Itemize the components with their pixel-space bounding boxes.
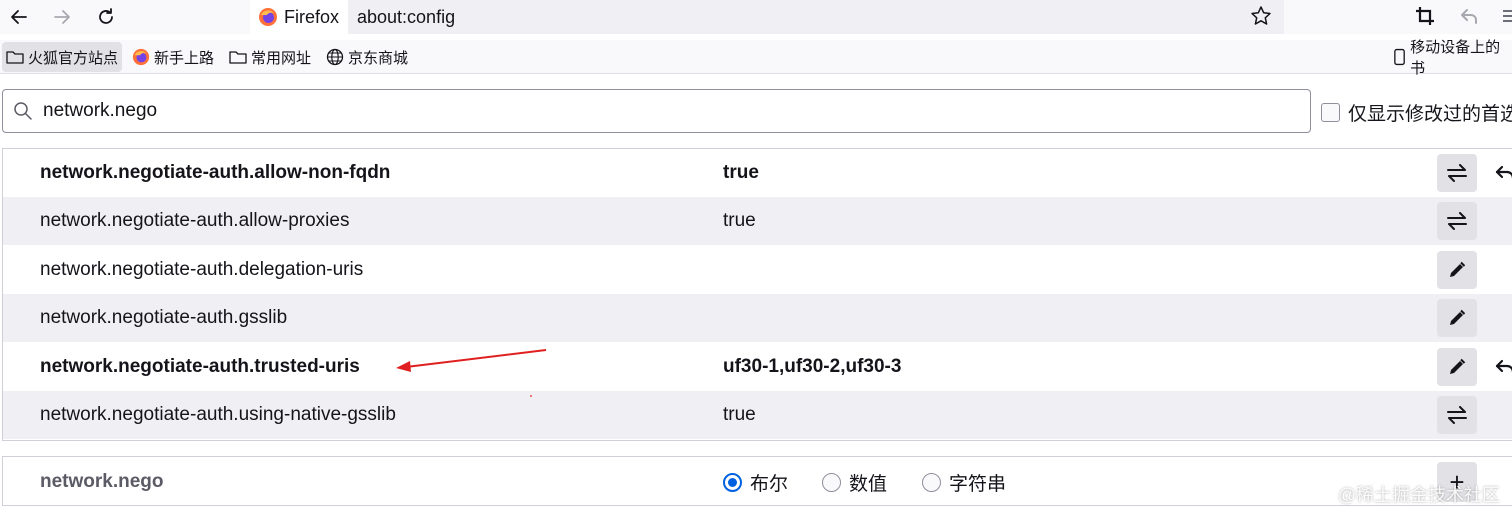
radio-label: 字符串: [949, 473, 1007, 495]
reset-icon: [1495, 165, 1512, 179]
radio-button[interactable]: [922, 472, 941, 492]
search-icon: [14, 102, 32, 120]
edit-button[interactable]: [1437, 348, 1477, 386]
identity-box[interactable]: Firefox: [250, 0, 348, 34]
menu-button[interactable]: [1500, 5, 1512, 29]
folder-icon: [229, 51, 247, 64]
type-radio-string[interactable]: 字符串: [922, 457, 1006, 507]
undo-icon: [1461, 9, 1477, 24]
toggle-button[interactable]: [1437, 396, 1477, 434]
back-arrow-icon: [11, 10, 27, 24]
show-modified-label: 仅显示修改过的首选: [1348, 104, 1512, 125]
reset-button[interactable]: [1493, 159, 1512, 187]
bookmark-label: 常用网址: [251, 49, 312, 67]
toggle-icon: [1447, 212, 1467, 230]
edit-button[interactable]: [1437, 251, 1477, 289]
type-radio-number[interactable]: 数值: [822, 457, 887, 507]
bookmark-label: 新手上路: [154, 49, 215, 67]
type-radio-boolean[interactable]: 布尔: [723, 457, 788, 507]
radio-button[interactable]: [723, 472, 742, 492]
pref-value[interactable]: uf30-1,uf30-2,uf30-3: [723, 343, 901, 391]
table-row: network.negotiate-auth.gsslib: [3, 294, 1512, 342]
identity-label: Firefox: [284, 6, 340, 27]
toggle-icon: [1447, 164, 1467, 182]
folder-icon: [6, 51, 24, 64]
add-pref-row: network.nego 布尔 数值 字符串 +: [2, 456, 1512, 506]
bookmark-star-button[interactable]: [1250, 5, 1274, 29]
pref-name: network.negotiate-auth.allow-proxies: [40, 210, 350, 231]
forward-button[interactable]: [48, 4, 76, 30]
url-text[interactable]: about:config: [357, 0, 455, 34]
table-row: network.negotiate-auth.trusted-uris uf30…: [3, 343, 1512, 391]
crop-icon: [1416, 7, 1434, 25]
show-modified-checkbox[interactable]: [1321, 103, 1340, 122]
undo-button[interactable]: [1458, 5, 1482, 29]
forward-arrow-icon: [54, 10, 70, 24]
show-modified-only[interactable]: 仅显示修改过的首选: [1321, 99, 1512, 126]
pref-search-box[interactable]: [2, 89, 1311, 133]
reset-icon: [1495, 359, 1512, 373]
navigation-toolbar: Firefox about:config: [0, 0, 1512, 34]
back-button[interactable]: [5, 4, 33, 30]
toggle-button[interactable]: [1437, 154, 1477, 192]
reload-icon: [99, 8, 113, 24]
bookmark-label: 京东商城: [348, 49, 409, 67]
toggle-icon: [1447, 406, 1467, 424]
url-bar[interactable]: Firefox about:config: [250, 0, 1284, 34]
mobile-bookmarks[interactable]: 移动设备上的书: [1389, 39, 1512, 77]
prefs-table: network.negotiate-auth.allow-non-fqdn tr…: [2, 148, 1512, 441]
screenshot-button[interactable]: [1414, 5, 1438, 29]
bookmark-label: 火狐官方站点: [28, 49, 119, 67]
hamburger-icon: [1503, 10, 1512, 22]
globe-icon: [326, 48, 344, 66]
radio-button[interactable]: [822, 472, 841, 492]
table-row: network.negotiate-auth.delegation-uris: [3, 246, 1512, 294]
reset-button[interactable]: [1493, 353, 1512, 381]
search-input[interactable]: [41, 96, 1291, 126]
bookmark-item-jd[interactable]: 京东商城: [322, 42, 412, 72]
edit-button[interactable]: [1437, 299, 1477, 337]
pref-name: network.negotiate-auth.delegation-uris: [40, 259, 364, 280]
watermark: @稀土掘金技术社区: [1337, 485, 1500, 505]
toggle-button[interactable]: [1437, 202, 1477, 240]
pref-name: network.negotiate-auth.gsslib: [40, 307, 288, 328]
new-pref-name: network.nego: [40, 471, 164, 492]
mobile-bookmarks-label: 移动设备上的书: [1410, 39, 1501, 77]
radio-label: 数值: [849, 473, 888, 495]
pref-name: network.negotiate-auth.trusted-uris: [40, 356, 360, 377]
table-row: network.negotiate-auth.using-native-gssl…: [3, 391, 1512, 439]
table-row: network.negotiate-auth.allow-non-fqdn tr…: [3, 149, 1512, 197]
radio-label: 布尔: [750, 473, 789, 495]
bookmark-item-huohu[interactable]: 火狐官方站点: [2, 42, 123, 72]
pencil-icon: [1450, 261, 1466, 277]
pref-value[interactable]: true: [723, 149, 759, 197]
firefox-icon: [132, 48, 150, 66]
pref-name: network.negotiate-auth.allow-non-fqdn: [40, 162, 391, 183]
pencil-icon: [1450, 309, 1466, 325]
table-row: network.negotiate-auth.allow-proxies tru…: [3, 197, 1512, 245]
reload-button[interactable]: [92, 4, 120, 30]
bookmark-item-getting-started[interactable]: 新手上路: [128, 42, 218, 72]
bookmarks-toolbar: 火狐官方站点 新手上路 常用网址 京东商城 移动设备上的书: [0, 39, 1512, 77]
pref-name: network.negotiate-auth.using-native-gssl…: [40, 404, 396, 425]
firefox-logo-icon: [259, 8, 277, 26]
pref-value[interactable]: true: [723, 197, 756, 245]
bookmark-item-common-sites[interactable]: 常用网址: [225, 42, 315, 72]
pref-value[interactable]: true: [723, 391, 756, 439]
mobile-icon: [1394, 48, 1405, 66]
pencil-icon: [1450, 358, 1466, 374]
star-icon: [1251, 6, 1271, 25]
